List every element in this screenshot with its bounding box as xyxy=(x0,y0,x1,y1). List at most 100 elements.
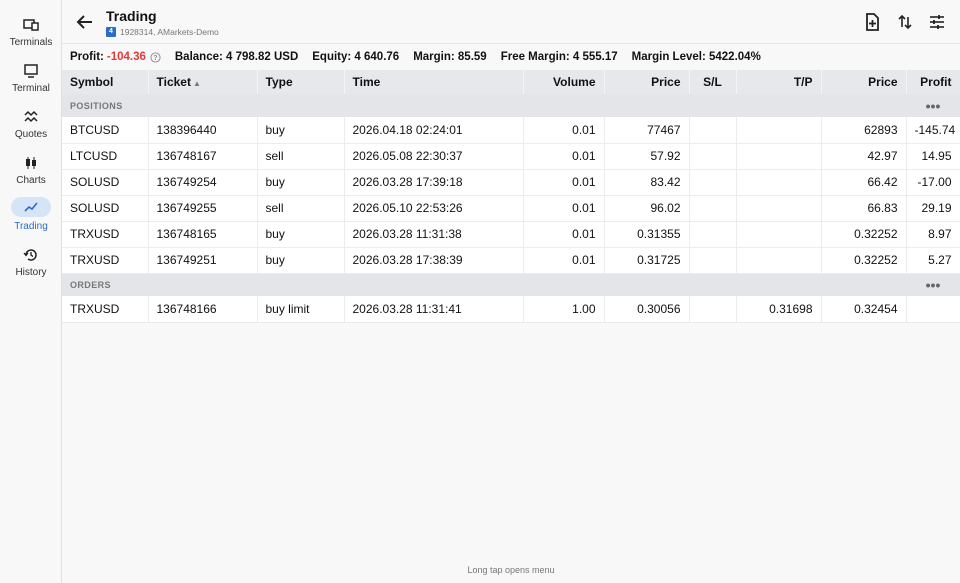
cell-symbol: TRXUSD xyxy=(62,221,149,248)
cell-profit: 29.19 xyxy=(906,195,960,222)
col-current-price[interactable]: Price xyxy=(821,70,907,94)
nav-terminal[interactable]: Terminal xyxy=(0,61,62,101)
cell-current-price: 66.83 xyxy=(821,195,907,222)
sort-asc-icon: ▲ xyxy=(192,79,201,88)
cell-type: buy xyxy=(257,117,345,144)
cell-profit: -145.74 xyxy=(906,117,960,144)
cell-profit: 8.97 xyxy=(906,221,960,248)
page-title: Trading xyxy=(106,8,157,24)
col-volume[interactable]: Volume xyxy=(523,70,605,94)
cell-ticket: 136749255 xyxy=(148,195,258,222)
toolbar: Trading 4 1928314, AMarkets-Demo xyxy=(62,0,960,44)
cell-symbol: TRXUSD xyxy=(62,247,149,274)
cell-symbol: TRXUSD xyxy=(62,296,149,323)
nav-history[interactable]: History xyxy=(0,245,62,285)
cell-ticket: 138396440 xyxy=(148,117,258,144)
cell-current-price: 42.97 xyxy=(821,143,907,170)
cell-open-price: 0.30056 xyxy=(604,296,690,323)
cell-time: 2026.05.08 22:30:37 xyxy=(344,143,524,170)
table-row[interactable]: TRXUSD 136748165 buy 2026.03.28 11:31:38 0.0… xyxy=(62,221,960,248)
cell-volume: 0.01 xyxy=(523,169,605,196)
free-margin-value: Free Margin: 4 555.17 xyxy=(500,51,618,63)
col-ticket[interactable]: Ticket ▲ xyxy=(148,70,258,94)
cell-ticket: 136749251 xyxy=(148,247,258,274)
balance-value: Balance: 4 798.82 USD xyxy=(174,51,299,63)
cell-open-price: 57.92 xyxy=(604,143,690,170)
table-header: Symbol Ticket ▲ Type Time Volume Price S/… xyxy=(62,70,960,94)
table-row[interactable]: SOLUSD 136749254 buy 2026.03.28 17:39:18 0.0… xyxy=(62,169,960,196)
settings-sliders-icon[interactable] xyxy=(927,12,947,32)
account-badge: 4 xyxy=(106,27,116,37)
cell-profit: 14.95 xyxy=(906,143,960,170)
col-sl[interactable]: S/L xyxy=(689,70,737,94)
table-row[interactable]: TRXUSD 136749251 buy 2026.03.28 17:38:39 0.0… xyxy=(62,247,960,274)
cell-sl xyxy=(689,221,737,248)
nav-charts[interactable]: Charts xyxy=(0,153,62,193)
help-icon[interactable]: ? xyxy=(150,51,161,63)
col-price[interactable]: Price xyxy=(604,70,690,94)
col-ticket-label: Ticket xyxy=(156,75,191,89)
cell-open-price: 0.31725 xyxy=(604,247,690,274)
back-arrow-icon[interactable] xyxy=(74,11,96,33)
sort-icon[interactable] xyxy=(895,12,915,32)
cell-tp: 0.31698 xyxy=(736,296,822,323)
cell-open-price: 0.31355 xyxy=(604,221,690,248)
cell-volume: 0.01 xyxy=(523,221,605,248)
section-menu-icon[interactable]: ••• xyxy=(906,94,960,117)
cell-ticket: 136749254 xyxy=(148,169,258,196)
nav-quotes[interactable]: Quotes xyxy=(0,107,62,147)
cell-current-price: 0.32454 xyxy=(821,296,907,323)
nav-label: Terminals xyxy=(9,37,53,48)
col-tp[interactable]: T/P xyxy=(736,70,822,94)
cell-time: 2026.03.28 11:31:38 xyxy=(344,221,524,248)
cell-sl xyxy=(689,169,737,196)
nav-label: Charts xyxy=(16,175,46,186)
cell-sl xyxy=(689,143,737,170)
cell-volume: 0.01 xyxy=(523,195,605,222)
cell-tp xyxy=(736,169,822,196)
cell-type: buy limit xyxy=(257,296,345,323)
section-positions: POSITIONS ••• xyxy=(62,94,960,117)
cell-time: 2026.03.28 17:38:39 xyxy=(344,247,524,274)
cell-type: buy xyxy=(257,247,345,274)
table-row[interactable]: LTCUSD 136748167 sell 2026.05.08 22:30:37 0.… xyxy=(62,143,960,170)
table-row[interactable]: TRXUSD 136748166 buy limit 2026.03.28 11:31… xyxy=(62,296,960,323)
col-profit[interactable]: Profit xyxy=(906,70,960,94)
monitor-icon xyxy=(0,61,62,81)
cell-type: buy xyxy=(257,221,345,248)
cell-volume: 0.01 xyxy=(523,143,605,170)
profit-label: Profit: xyxy=(70,51,104,63)
nav-label: Terminal xyxy=(12,83,50,94)
nav-label: Quotes xyxy=(14,129,48,140)
section-label: POSITIONS xyxy=(62,94,906,117)
cell-tp xyxy=(736,247,822,274)
cell-type: buy xyxy=(257,169,345,196)
cell-volume: 0.01 xyxy=(523,117,605,144)
table-row[interactable]: SOLUSD 136749255 sell 2026.05.10 22:53:26 0.… xyxy=(62,195,960,222)
cell-sl xyxy=(689,117,737,144)
nav-label: History xyxy=(15,267,47,278)
nav-terminals[interactable]: Terminals xyxy=(0,15,62,55)
quotes-icon xyxy=(0,107,62,127)
trend-icon xyxy=(11,197,51,217)
new-order-icon[interactable] xyxy=(862,12,882,32)
col-type[interactable]: Type xyxy=(257,70,345,94)
history-icon xyxy=(0,245,62,265)
cell-symbol: BTCUSD xyxy=(62,117,149,144)
col-time[interactable]: Time xyxy=(344,70,524,94)
section-menu-icon[interactable]: ••• xyxy=(906,273,960,296)
profit-value: -104.36 xyxy=(106,51,146,63)
cell-current-price: 62893 xyxy=(821,117,907,144)
cell-open-price: 77467 xyxy=(604,117,690,144)
cell-profit xyxy=(906,296,960,323)
section-orders: ORDERS ••• xyxy=(62,273,960,296)
cell-profit: 5.27 xyxy=(906,247,960,274)
profit-summary[interactable]: Profit: -104.36 ? xyxy=(70,51,161,63)
sidebar: Terminals Terminal Quotes Charts Trading… xyxy=(0,0,62,583)
nav-trading[interactable]: Trading xyxy=(0,197,62,239)
cell-time: 2026.03.28 17:39:18 xyxy=(344,169,524,196)
table-row[interactable]: BTCUSD 138396440 buy 2026.04.18 02:24:01 0.0… xyxy=(62,117,960,144)
cell-symbol: SOLUSD xyxy=(62,195,149,222)
main-panel: Trading 4 1928314, AMarkets-Demo Profit:… xyxy=(62,0,960,583)
col-symbol[interactable]: Symbol xyxy=(62,70,149,94)
